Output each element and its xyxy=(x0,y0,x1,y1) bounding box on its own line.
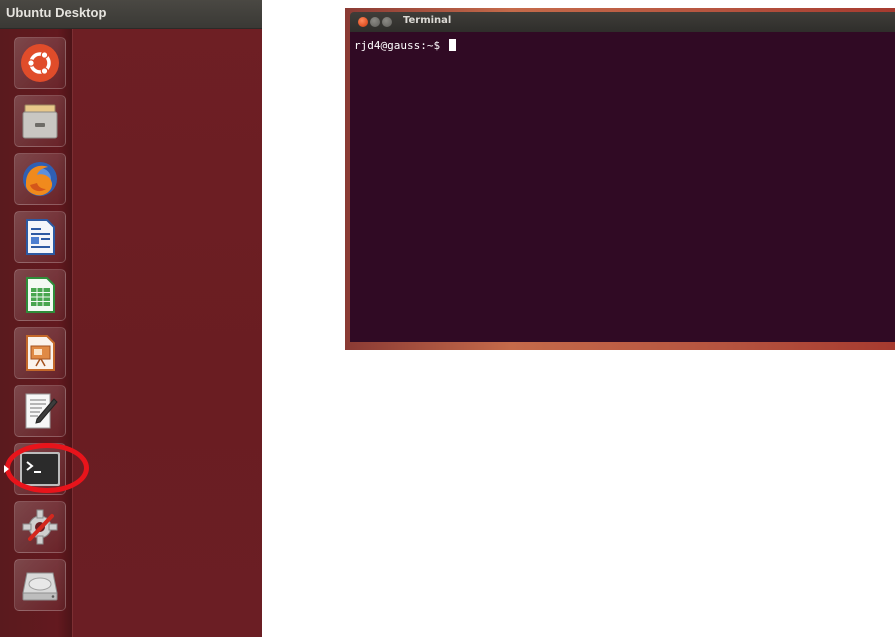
ubuntu-logo-icon xyxy=(21,44,59,82)
desktop-title: Ubuntu Desktop xyxy=(6,5,107,20)
presentation-icon xyxy=(26,335,55,371)
firefox-icon xyxy=(23,162,57,196)
launcher-disk[interactable] xyxy=(14,559,66,611)
terminal-highlight-ring xyxy=(5,443,89,493)
hard-disk-icon xyxy=(22,572,58,601)
desktop-top-bar: Ubuntu Desktop xyxy=(0,0,262,29)
launcher-calc[interactable] xyxy=(14,269,66,321)
file-cabinet-icon xyxy=(22,104,58,139)
launcher xyxy=(0,29,73,637)
text-editor-icon xyxy=(25,393,58,429)
launcher-files[interactable] xyxy=(14,95,66,147)
launcher-text-editor[interactable] xyxy=(14,385,66,437)
document-icon xyxy=(26,219,55,255)
launcher-system-settings[interactable] xyxy=(14,501,66,553)
spreadsheet-icon xyxy=(26,277,55,313)
terminal-window: Terminal rjd4@gauss:~$ xyxy=(345,8,895,350)
ubuntu-desktop: Ubuntu Desktop xyxy=(0,0,262,637)
settings-icon xyxy=(22,509,58,545)
terminal-prompt: rjd4@gauss:~$ xyxy=(354,39,447,52)
launcher-impress[interactable] xyxy=(14,327,66,379)
terminal-body[interactable]: rjd4@gauss:~$ xyxy=(350,32,895,342)
running-app-indicator xyxy=(4,465,9,473)
terminal-title: Terminal xyxy=(403,15,452,26)
maximize-icon[interactable] xyxy=(382,17,392,27)
launcher-writer[interactable] xyxy=(14,211,66,263)
minimize-icon[interactable] xyxy=(370,17,380,27)
terminal-cursor xyxy=(448,39,456,51)
launcher-firefox[interactable] xyxy=(14,153,66,205)
terminal-titlebar[interactable]: Terminal xyxy=(350,12,895,32)
close-icon[interactable] xyxy=(358,17,368,27)
launcher-dash-home[interactable] xyxy=(14,37,66,89)
